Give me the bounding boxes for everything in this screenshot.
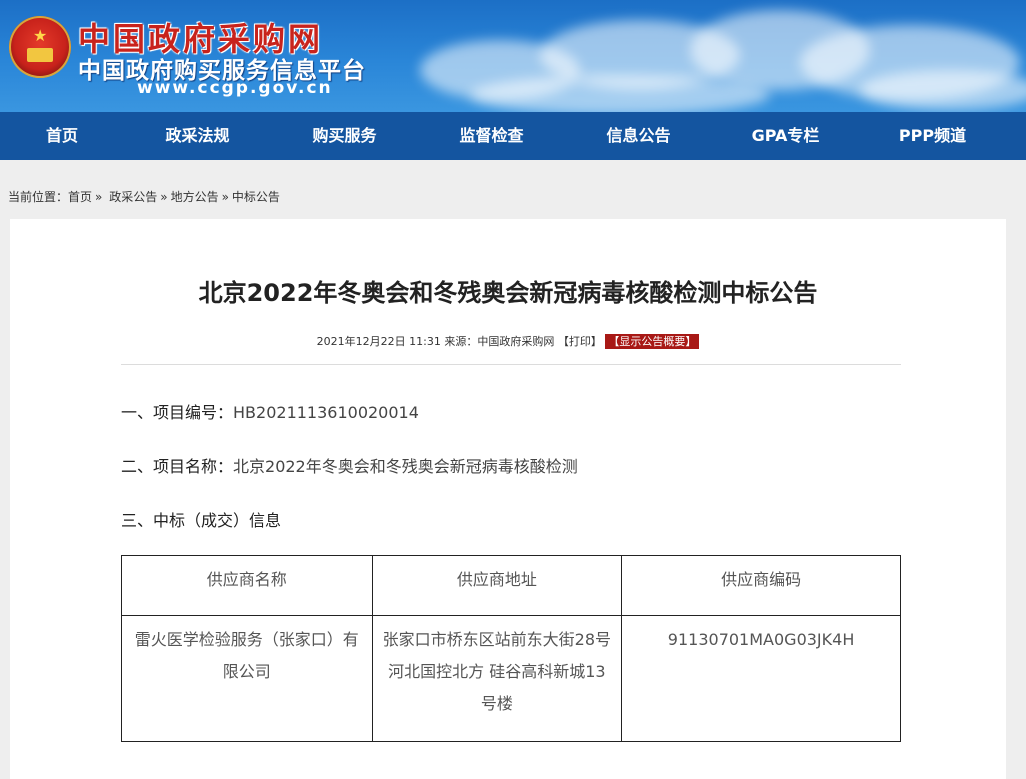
table-header: 供应商地址 [371, 555, 623, 616]
breadcrumb-separator: » [95, 190, 103, 204]
divider [121, 364, 901, 365]
table-header: 供应商名称 [121, 555, 373, 616]
supplier-code-cell: 91130701MA0G03JK4H [621, 615, 901, 742]
breadcrumb-procurement[interactable]: 政采公告 [109, 190, 157, 204]
article-container: 北京2022年冬奥会和冬残奥会新冠病毒核酸检测中标公告 2021年12月22日 … [10, 219, 1006, 779]
table-row: 雷火医学检验服务（张家口）有限公司 张家口市桥东区站前东大街28号河北国控北方 … [121, 615, 901, 742]
supplier-address-cell: 张家口市桥东区站前东大街28号河北国控北方 硅谷高科新城13号楼 [371, 615, 623, 742]
breadcrumb-separator: » [221, 190, 229, 204]
breadcrumb: 当前位置：首页» 政采公告» 地方公告» 中标公告 [8, 188, 280, 205]
project-number-row: 一、项目编号：HB2021113610020014 [121, 399, 419, 423]
project-name-label: 二、项目名称： [121, 457, 234, 476]
nav-item-ppp[interactable]: PPP频道 [859, 112, 1006, 160]
table-header-row: 供应商名称 供应商地址 供应商编码 [121, 555, 901, 616]
supplier-name-cell: 雷火医学检验服务（张家口）有限公司 [121, 615, 373, 742]
article-meta: 2021年12月22日 11:31 来源：中国政府采购网 【打印】 【显示公告概… [10, 333, 1006, 349]
project-name-value: 北京2022年冬奥会和冬残奥会新冠病毒核酸检测 [233, 457, 578, 476]
header-banner: ★ 中国政府采购网 中国政府购买服务信息平台 www.ccgp.gov.cn [0, 0, 1026, 112]
nav-item-gpa[interactable]: GPA专栏 [712, 112, 859, 160]
cloud-decoration [470, 75, 770, 112]
nav-item-supervision[interactable]: 监督检查 [418, 112, 565, 160]
breadcrumb-award[interactable]: 中标公告 [232, 190, 280, 204]
nav-item-purchase-services[interactable]: 购买服务 [271, 112, 418, 160]
breadcrumb-home[interactable]: 首页 [68, 190, 92, 204]
nav-item-home[interactable]: 首页 [0, 112, 124, 160]
print-link[interactable]: 【打印】 [558, 335, 602, 348]
site-url: www.ccgp.gov.cn [137, 78, 333, 98]
project-name-row: 二、项目名称：北京2022年冬奥会和冬残奥会新冠病毒核酸检测 [121, 453, 578, 477]
nav-item-announcements[interactable]: 信息公告 [565, 112, 712, 160]
project-number-label: 一、项目编号： [121, 403, 234, 422]
cloud-decoration [860, 70, 1026, 110]
breadcrumb-prefix: 当前位置： [8, 190, 69, 204]
breadcrumb-separator: » [160, 190, 168, 204]
breadcrumb-local[interactable]: 地方公告 [171, 190, 219, 204]
table-header: 供应商编码 [621, 555, 901, 616]
article-title: 北京2022年冬奥会和冬残奥会新冠病毒核酸检测中标公告 [198, 279, 818, 307]
nav-item-regulations[interactable]: 政采法规 [124, 112, 271, 160]
main-nav: 首页 政采法规 购买服务 监督检查 信息公告 GPA专栏 PPP频道 [0, 112, 1026, 160]
award-info-heading: 三、中标（成交）信息 [121, 511, 282, 530]
project-number-value: HB2021113610020014 [233, 403, 419, 422]
national-emblem-icon: ★ [9, 16, 71, 78]
show-summary-button[interactable]: 【显示公告概要】 [605, 334, 700, 349]
supplier-table: 供应商名称 供应商地址 供应商编码 雷火医学检验服务（张家口）有限公司 张家口市… [121, 555, 901, 742]
article-date-source: 2021年12月22日 11:31 来源：中国政府采购网 [316, 335, 555, 348]
